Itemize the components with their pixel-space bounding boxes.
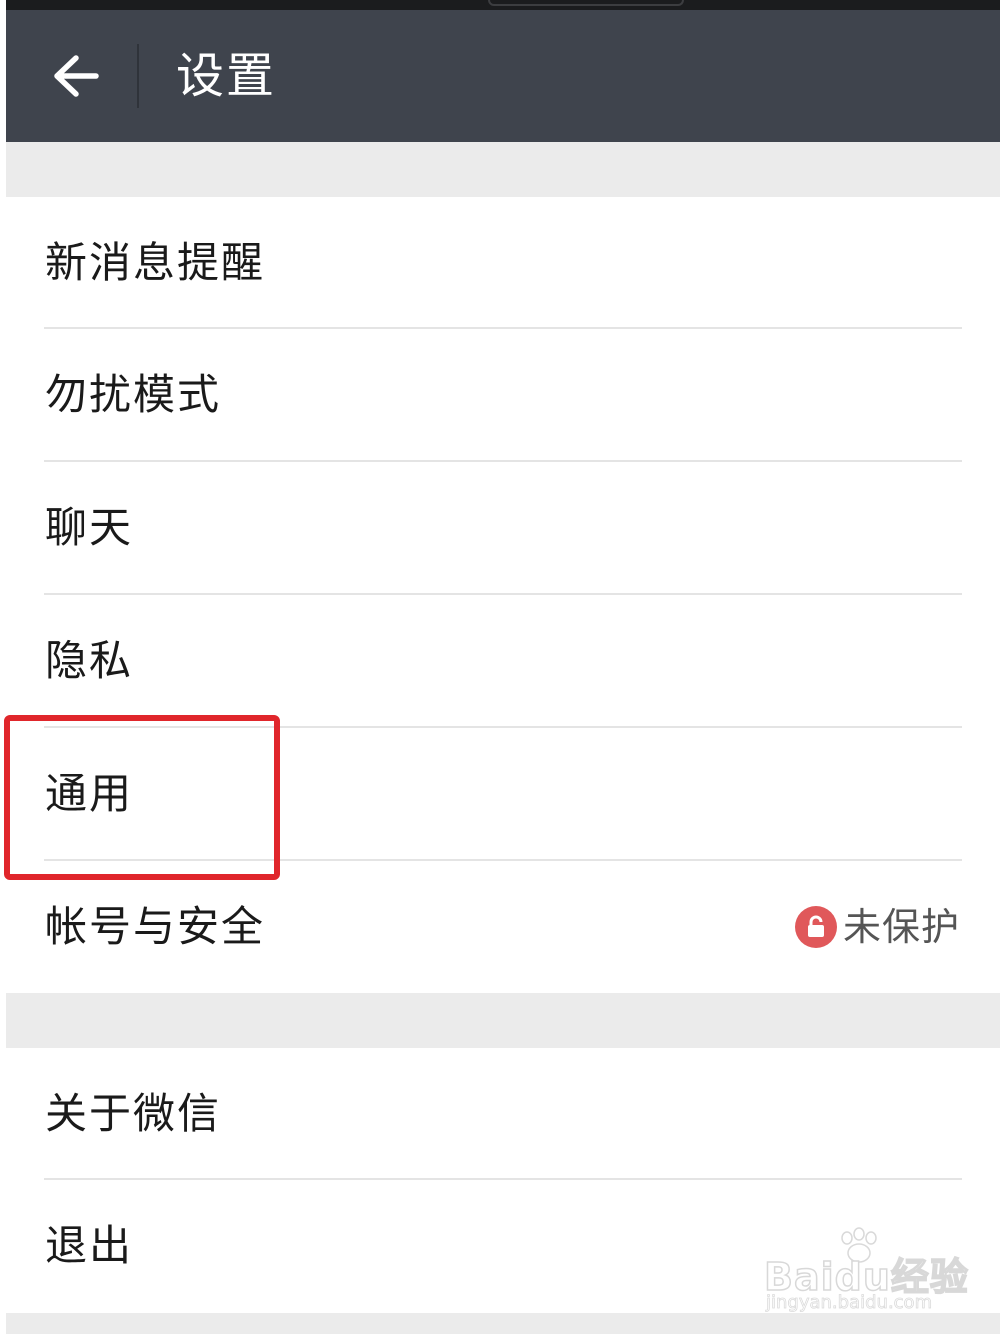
settings-item-label: 勿扰模式 (45, 370, 222, 419)
account-protection-status: 未保护 (794, 903, 960, 951)
settings-item-new-message-alert[interactable]: 新消息提醒 (6, 197, 1000, 329)
settings-screen: 设置 新消息提醒 勿扰模式 聊天 隐私 通用 帐号与安全 未保护 关于微信 退出… (0, 0, 1000, 1334)
status-text: 未保护 (842, 905, 960, 949)
settings-item-account-security[interactable]: 帐号与安全 未保护 (6, 861, 1000, 994)
settings-item-label: 帐号与安全 (45, 902, 266, 951)
status-bar-notch (488, 0, 684, 6)
settings-item-label: 隐私 (45, 636, 134, 685)
watermark-url: jingyan.baidu.com (766, 1292, 933, 1314)
settings-item-chat[interactable]: 聊天 (6, 462, 1000, 595)
nav-divider (137, 44, 139, 108)
arrow-left-icon (54, 55, 99, 97)
back-button[interactable] (36, 36, 116, 116)
highlight-annotation (4, 715, 280, 880)
unlock-icon (794, 906, 837, 948)
settings-item-label: 聊天 (45, 503, 134, 552)
navigation-bar: 设置 (6, 10, 1000, 142)
settings-item-label: 新消息提醒 (45, 238, 266, 287)
page-title: 设置 (176, 48, 277, 104)
watermark: Baidu经验 jingyan.baidu.com (763, 1226, 969, 1316)
settings-item-do-not-disturb[interactable]: 勿扰模式 (6, 329, 1000, 462)
settings-item-label: 关于微信 (45, 1089, 222, 1138)
settings-item-about-wechat[interactable]: 关于微信 (6, 1048, 1000, 1180)
settings-item-label: 退出 (45, 1221, 134, 1270)
settings-item-privacy[interactable]: 隐私 (6, 595, 1000, 728)
status-bar (0, 0, 1000, 10)
